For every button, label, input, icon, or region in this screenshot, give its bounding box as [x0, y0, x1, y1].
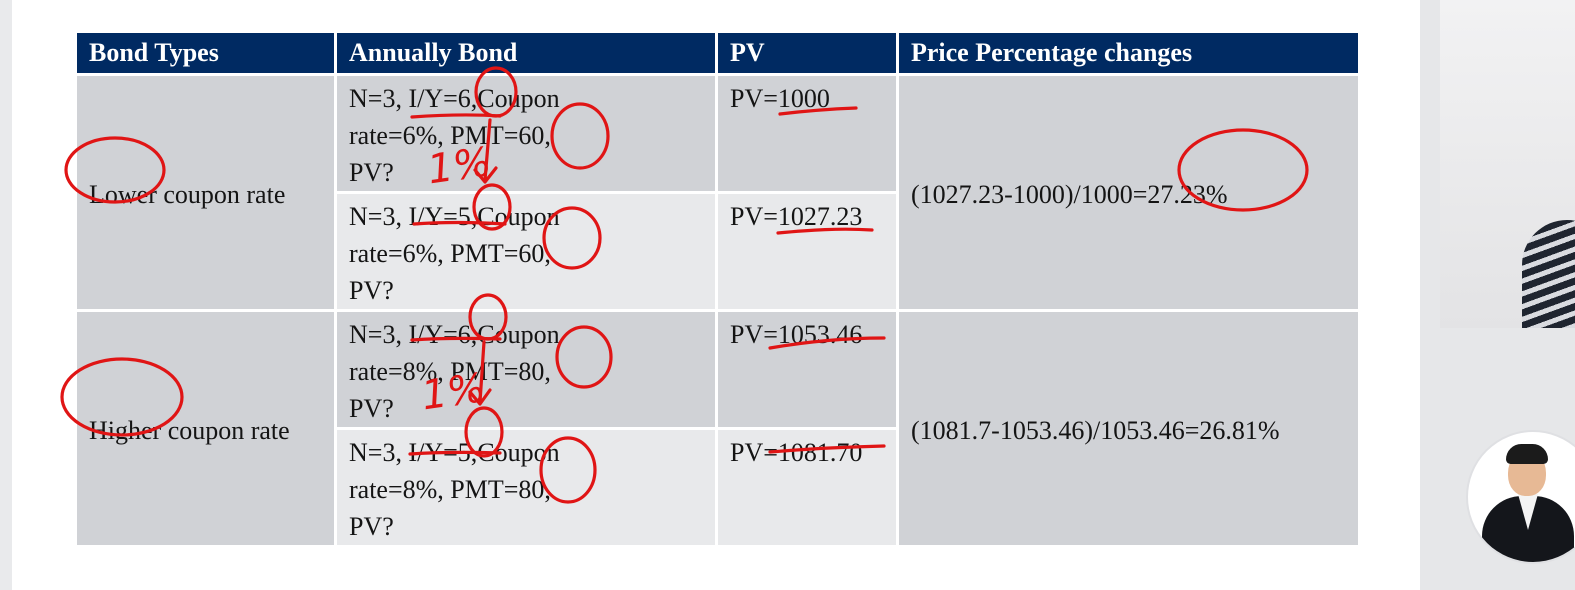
- pv-cell: PV=1000: [715, 73, 899, 194]
- table-header-row: Bond Types Annually Bond PV Price Percen…: [74, 33, 1361, 76]
- participant-shoulder: [1522, 220, 1575, 328]
- bond-table: Bond Types Annually Bond PV Price Percen…: [74, 33, 1361, 548]
- annually-bond-cell: N=3, I/Y=6,Coupon rate=8%, PMT=80, PV?: [334, 309, 718, 430]
- bond-line: N=3, I/Y=6,Coupon: [349, 84, 560, 113]
- bond-line: rate=6%, PMT=60,: [349, 239, 551, 268]
- bond-line: PV?: [349, 512, 394, 541]
- webcam-view-top: [1440, 0, 1575, 328]
- header-annually-bond: Annually Bond: [334, 33, 718, 76]
- bond-line: PV?: [349, 276, 394, 305]
- bond-line: rate=8%, PMT=80,: [349, 357, 551, 386]
- bond-line: rate=6%, PMT=60,: [349, 121, 551, 150]
- bond-line: N=3, I/Y=6,Coupon: [349, 320, 560, 349]
- header-pv: PV: [715, 33, 899, 76]
- bond-line: PV?: [349, 394, 394, 423]
- table-row: Higher coupon rate N=3, I/Y=6,Coupon rat…: [74, 309, 1361, 548]
- header-bond-types: Bond Types: [74, 33, 337, 76]
- pv-cell: PV=1027.23: [715, 191, 899, 312]
- pv-cell: PV=1053.46: [715, 309, 899, 430]
- annually-bond-cell: N=3, I/Y=6,Coupon rate=6%, PMT=60, PV?: [334, 73, 718, 194]
- bond-line: PV?: [349, 158, 394, 187]
- bond-line: N=3, I/Y=5,Coupon: [349, 438, 560, 467]
- bond-line: rate=8%, PMT=80,: [349, 475, 551, 504]
- header-price-change: Price Percentage changes: [896, 33, 1361, 76]
- table-row: Lower coupon rate N=3, I/Y=6,Coupon rate…: [74, 73, 1361, 312]
- presenter-hair: [1506, 444, 1548, 464]
- pv-cell: PV=1081.70: [715, 427, 899, 548]
- bond-type-higher: Higher coupon rate: [74, 309, 337, 548]
- price-change-lower: (1027.23-1000)/1000=27.23%: [896, 73, 1361, 312]
- price-change-higher: (1081.7-1053.46)/1053.46=26.81%: [896, 309, 1361, 548]
- annually-bond-cell: N=3, I/Y=5,Coupon rate=8%, PMT=80, PV?: [334, 427, 718, 548]
- annually-bond-cell: N=3, I/Y=5,Coupon rate=6%, PMT=60, PV?: [334, 191, 718, 312]
- bond-line: N=3, I/Y=5,Coupon: [349, 202, 560, 231]
- bond-type-lower: Lower coupon rate: [74, 73, 337, 312]
